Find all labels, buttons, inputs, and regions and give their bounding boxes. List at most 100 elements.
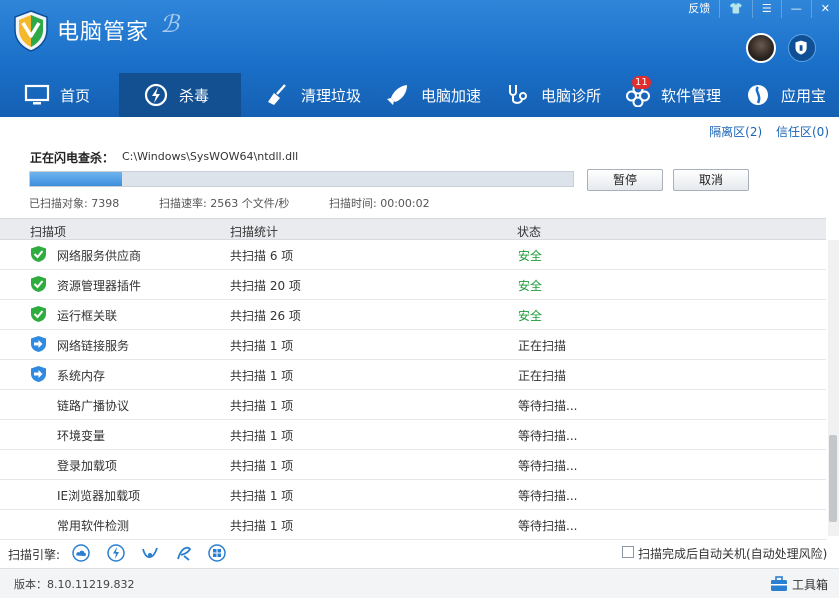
pause-button[interactable]: 暂停: [587, 169, 663, 191]
main-nav: 首页 杀毒 清理垃圾 电脑加速 电脑诊所 软件管理 应用宝: [0, 73, 839, 117]
repair-engine-icon[interactable]: [141, 544, 159, 562]
app-title: 电脑管家: [57, 20, 150, 45]
security-shield-icon[interactable]: [788, 34, 816, 62]
header-scan-item: 扫描项: [30, 225, 67, 239]
trust-zone-link[interactable]: 信任区(0): [776, 125, 829, 139]
scan-progress-bar: [29, 171, 574, 187]
toolbox-button[interactable]: 工具箱: [792, 576, 828, 593]
auto-shutdown-checkbox[interactable]: [622, 546, 634, 558]
scan-item-name: 常用软件检测: [57, 519, 130, 533]
menu-icon[interactable]: ☰: [751, 0, 781, 18]
version-text: 版本：8.10.11219.832: [14, 578, 135, 591]
scan-item-count: 共扫描 1 项: [230, 459, 294, 473]
quarantine-link[interactable]: 隔离区(2): [709, 125, 762, 139]
scan-item-name: 登录加载项: [57, 459, 118, 473]
auto-shutdown-label[interactable]: 扫描完成后自动关机(自动处理风险): [638, 545, 827, 562]
scanned-objects: 已扫描对象: 7398: [29, 197, 120, 210]
table-row[interactable]: 环境变量 共扫描 1 项 等待扫描...: [0, 420, 826, 450]
tab-home[interactable]: 首页: [0, 73, 119, 117]
status-footer: 版本：8.10.11219.832 工具箱: [0, 568, 839, 598]
tab-antivirus-label: 杀毒: [179, 86, 210, 105]
scan-item-count: 共扫描 1 项: [230, 429, 294, 443]
pc-manager-logo-icon: [14, 10, 48, 52]
tab-cleanup-label: 清理垃圾: [301, 86, 362, 105]
header-status: 状态: [517, 225, 542, 239]
scan-item-count: 共扫描 1 项: [230, 489, 294, 503]
list-scrollbar[interactable]: [828, 240, 839, 536]
window-controls: 反馈 👕 ☰ — ✕: [679, 0, 839, 18]
tab-software[interactable]: 软件管理: [601, 73, 721, 117]
scan-item-name: 网络服务供应商: [57, 249, 142, 263]
scan-item-count: 共扫描 26 项: [230, 309, 301, 323]
feedback-link[interactable]: 反馈: [679, 0, 719, 18]
scan-item-name: IE浏览器加载项: [57, 489, 141, 503]
scan-item-name: 环境变量: [57, 429, 106, 443]
table-row[interactable]: 网络服务供应商 共扫描 6 项 安全: [0, 240, 826, 270]
table-row[interactable]: 系统内存 共扫描 1 项 正在扫描: [0, 360, 826, 390]
scan-status-label: 正在闪电查杀：: [30, 151, 115, 165]
engine-bar: 扫描引擎: 扫描完成后自动关机(自动处理风险): [0, 540, 839, 566]
tab-cleanup[interactable]: 清理垃圾: [241, 73, 361, 117]
heuristic-engine-icon[interactable]: [175, 544, 193, 562]
toolbox-icon[interactable]: [770, 576, 788, 592]
scan-item-count: 共扫描 6 项: [230, 249, 294, 263]
tab-clinic[interactable]: 电脑诊所: [481, 73, 601, 117]
engine-label: 扫描引擎:: [8, 548, 61, 562]
skin-icon[interactable]: 👕: [719, 0, 752, 18]
minimize-icon[interactable]: —: [780, 0, 811, 18]
scanning-shield-icon: [31, 336, 46, 352]
monitor-icon: [24, 84, 50, 105]
scan-item-status: 正在扫描: [518, 339, 567, 353]
scan-item-name: 链路广播协议: [57, 399, 130, 413]
broom-icon: [268, 84, 286, 105]
safe-shield-icon: [31, 276, 46, 292]
safe-shield-icon: [31, 246, 46, 262]
scan-current-path: C:\Windows\SysWOW64\ntdll.dll: [122, 150, 299, 163]
scan-item-count: 共扫描 1 项: [230, 519, 294, 533]
close-icon[interactable]: ✕: [810, 0, 839, 18]
scan-time: 扫描时间: 00:00:02: [329, 197, 430, 210]
table-row[interactable]: 链路广播协议 共扫描 1 项 等待扫描...: [0, 390, 826, 420]
scan-item-status: 等待扫描...: [518, 489, 578, 503]
scan-item-status: 安全: [518, 309, 543, 323]
software-update-badge: 11: [632, 76, 651, 89]
table-header: 扫描项 扫描统计 状态: [0, 218, 826, 240]
tab-speedup[interactable]: 电脑加速: [361, 73, 481, 117]
table-row[interactable]: 网络链接服务 共扫描 1 项 正在扫描: [0, 330, 826, 360]
scan-progress-fill: [30, 172, 123, 186]
tab-speedup-label: 电脑加速: [421, 86, 482, 105]
tab-antivirus[interactable]: 杀毒: [119, 73, 241, 117]
app-logo-swirl: ℬ: [160, 10, 179, 38]
zone-links: 隔离区(2) 信任区(0): [699, 123, 829, 140]
scrollbar-thumb[interactable]: [829, 435, 837, 522]
table-row[interactable]: 资源管理器插件 共扫描 20 项 安全: [0, 270, 826, 300]
tab-appstore-label: 应用宝: [781, 86, 827, 105]
scan-item-list: 网络服务供应商 共扫描 6 项安全 资源管理器插件 共扫描 20 项安全 运行框关联 共扫…: [0, 240, 826, 540]
scan-item-name: 资源管理器插件: [57, 279, 142, 293]
scan-item-count: 共扫描 20 项: [230, 279, 301, 293]
cancel-button[interactable]: 取消: [673, 169, 749, 191]
antivirus-icon: [144, 83, 168, 107]
scan-item-count: 共扫描 1 项: [230, 399, 294, 413]
scan-item-status: 等待扫描...: [518, 519, 578, 533]
tab-clinic-label: 电脑诊所: [541, 86, 602, 105]
antivirus-engine-icon[interactable]: [107, 544, 125, 562]
scan-item-status: 等待扫描...: [518, 399, 578, 413]
system-engine-icon[interactable]: [208, 544, 226, 562]
stethoscope-icon: [509, 85, 527, 104]
scan-speed: 扫描速率: 2563 个文件/秒: [159, 197, 290, 210]
scan-item-status: 等待扫描...: [518, 459, 578, 473]
table-row[interactable]: IE浏览器加载项 共扫描 1 项 等待扫描...: [0, 480, 826, 510]
table-row[interactable]: 运行框关联 共扫描 26 项 安全: [0, 300, 826, 330]
scanning-shield-icon: [31, 366, 46, 382]
avatar[interactable]: [746, 33, 776, 63]
scan-item-status: 正在扫描: [518, 369, 567, 383]
scan-item-name: 系统内存: [57, 369, 106, 383]
rocket-icon: [387, 85, 407, 105]
table-row[interactable]: 登录加载项 共扫描 1 项 等待扫描...: [0, 450, 826, 480]
table-row[interactable]: 常用软件检测 共扫描 1 项 等待扫描...: [0, 510, 826, 540]
safe-shield-icon: [31, 306, 46, 322]
cloud-engine-icon[interactable]: [72, 544, 90, 562]
appstore-icon: [748, 85, 768, 105]
tab-appstore[interactable]: 应用宝: [721, 73, 839, 117]
